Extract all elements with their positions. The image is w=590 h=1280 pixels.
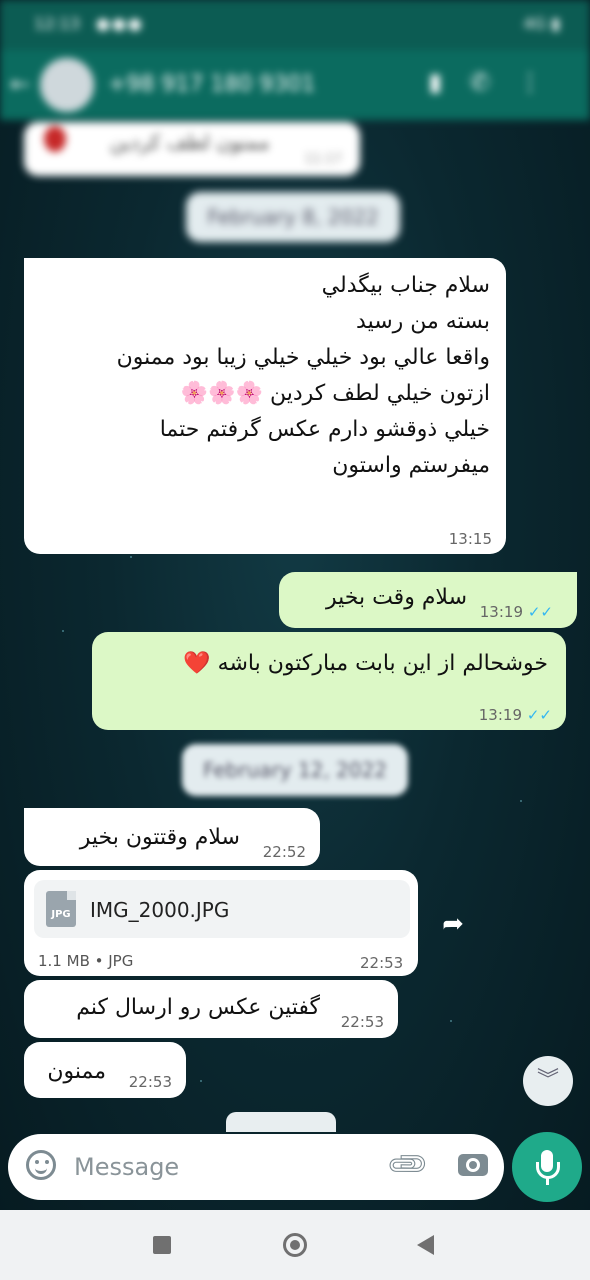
message-time: 13:19: [479, 603, 523, 621]
scroll-down-chevron-icon[interactable]: ︾: [523, 1056, 573, 1106]
mic-stand: [536, 1162, 560, 1179]
message-time: 22:53: [340, 1013, 384, 1031]
message-line: واقعا عالي بود خيلي خيلي زيبا بود ممنون: [116, 345, 490, 370]
system-navigation-bar: [0, 1210, 590, 1280]
file-name: IMG_2000.JPG: [90, 898, 230, 922]
message-line: ازتون خيلي لطف كردين 🌸🌸🌸: [180, 381, 490, 406]
message-composer: 📎︎: [8, 1134, 504, 1200]
back-icon[interactable]: [417, 1235, 434, 1255]
status-bar: 12:13 ●●● 4G ▮: [0, 0, 590, 50]
message-time: 22:53: [360, 954, 404, 972]
previous-message-time: 11:17: [304, 152, 342, 167]
file-meta: 1.1 MB • JPG: [38, 952, 134, 970]
status-time: 12:13: [34, 14, 81, 33]
message-line: بسته من رسيد: [356, 309, 490, 334]
voice-record-button[interactable]: [512, 1132, 582, 1202]
outgoing-message-bubble[interactable]: خوشحالم از اين بابت مباركتون باشه ❤️ 13:…: [92, 632, 566, 730]
header-actions[interactable]: ▮✆⋮: [429, 68, 570, 96]
message-line: خيلي ذوقشو دارم عكس گرفتم حتما: [159, 417, 490, 442]
message-text: خوشحالم از اين بابت مباركتون باشه ❤️: [183, 651, 548, 676]
recents-icon[interactable]: [153, 1236, 171, 1254]
document-icon: JPG: [46, 891, 76, 927]
emoji-icon[interactable]: [26, 1150, 56, 1180]
bubble-edge: [226, 1112, 336, 1132]
message-line: سلام جناب بیگدلي: [321, 273, 490, 298]
message-text: سلام وقتتون بخير: [79, 825, 240, 850]
attach-icon[interactable]: 📎︎: [384, 1140, 432, 1188]
home-icon[interactable]: [283, 1233, 307, 1257]
outgoing-message-bubble[interactable]: سلام وقت بخير 13:19 ✓✓: [279, 572, 577, 628]
message-time: 13:19: [478, 706, 522, 724]
double-check-icon: ✓✓: [526, 706, 552, 724]
message-time: 13:15: [448, 530, 492, 548]
incoming-message-bubble[interactable]: سلام جناب بیگدلي بسته من رسيد واقعا عالي…: [24, 258, 506, 554]
back-arrow-icon[interactable]: ←: [10, 70, 30, 98]
date-separator: February 12, 2022: [182, 744, 408, 796]
system-status: 4G ▮: [523, 14, 560, 33]
incoming-message-bubble[interactable]: سلام وقتتون بخير 22:52: [24, 808, 320, 866]
message-text: سلام وقت بخير: [325, 585, 467, 610]
mic-leg: [546, 1178, 549, 1185]
message-input[interactable]: [72, 1146, 376, 1188]
message-time: 22:52: [262, 843, 306, 861]
message-line: ميفرستم واستون: [332, 453, 490, 478]
avatar[interactable]: [40, 58, 94, 112]
camera-icon[interactable]: [458, 1154, 488, 1176]
chat-app-bar: ← +98 917 180 9301 ▮✆⋮: [0, 50, 590, 120]
blurred-header-area: 12:13 ●●● 4G ▮ ← +98 917 180 9301 ▮✆⋮ مم…: [0, 0, 590, 262]
notification-icons: ●●●: [96, 14, 144, 33]
message-time: 22:53: [128, 1073, 172, 1091]
double-check-icon: ✓✓: [527, 603, 553, 621]
previous-message-text: ممنون لطف کردین: [110, 130, 270, 154]
date-separator: February 8, 2022: [186, 192, 400, 242]
message-text: ممنون: [47, 1059, 106, 1084]
message-text: گفتين عكس رو ارسال كنم: [76, 995, 320, 1020]
incoming-message-bubble[interactable]: ممنون 22:53: [24, 1042, 186, 1098]
contact-name[interactable]: +98 917 180 9301: [108, 72, 315, 97]
previous-message[interactable]: ممنون لطف کردین 11:17: [24, 122, 360, 176]
file-attachment[interactable]: JPG IMG_2000.JPG: [34, 880, 410, 938]
incoming-message-bubble[interactable]: گفتين عكس رو ارسال كنم 22:53: [24, 980, 398, 1038]
forward-icon[interactable]: ➦: [430, 902, 476, 948]
rose-icon: [44, 126, 66, 152]
